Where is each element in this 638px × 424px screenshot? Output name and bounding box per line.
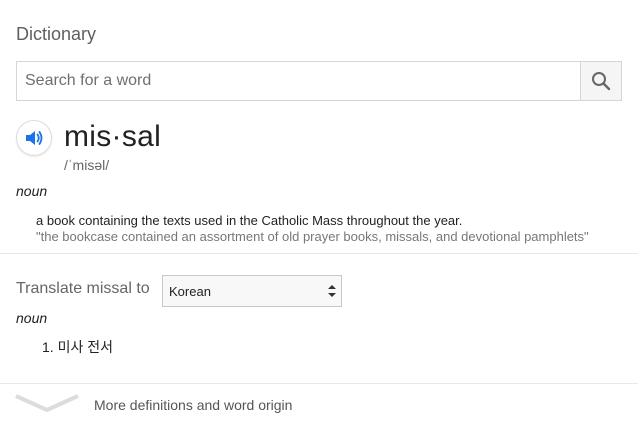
speaker-icon [26,131,43,145]
translation-part-of-speech: noun [16,310,48,326]
selected-language: Korean [169,283,211,299]
pronunciation-button[interactable] [16,120,52,156]
definition-text: a book containing the texts used in the … [36,213,463,228]
translate-label: Translate missal to [16,280,150,297]
headword: mis·sal [64,120,162,153]
search-input[interactable] [17,62,580,100]
phonetic-spelling: /ˈmisəl/ [64,157,110,173]
card-title: Dictionary [16,24,97,44]
part-of-speech: noun [16,183,48,199]
translation-item: 1. 미사 전서 [42,339,113,355]
chevron-down-icon [15,394,79,412]
dictionary-card: Dictionary mis·sal /ˈmisəl/ noun a book … [0,0,638,424]
more-definitions-label: More definitions and word origin [94,397,293,413]
section-divider [0,253,638,254]
language-select[interactable]: Korean [162,275,342,307]
search-button[interactable] [580,62,621,100]
search-icon [592,72,611,91]
example-sentence: "the bookcase contained an assortment of… [36,229,589,244]
select-arrows-icon [328,285,336,297]
more-definitions-link[interactable]: More definitions and word origin [0,384,638,424]
search-box [16,61,622,101]
